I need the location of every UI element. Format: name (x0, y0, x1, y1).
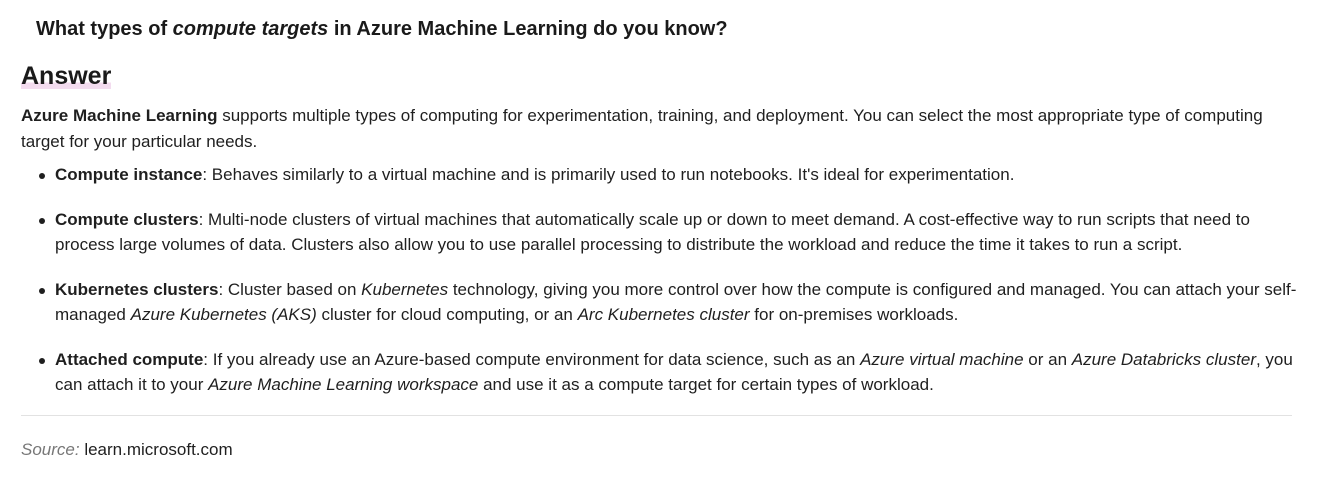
source-label: Source: (21, 439, 80, 459)
list-item: Compute instance: Behaves similarly to a… (21, 162, 1302, 188)
bullet-icon (39, 217, 45, 224)
qa-card: What types of compute targets in Azure M… (0, 0, 1332, 492)
item-term: Kubernetes clusters (55, 279, 219, 299)
item-term: Compute clusters (55, 209, 199, 229)
list-item: Compute clusters: Multi-node clusters of… (21, 207, 1302, 258)
item-term: Attached compute (55, 349, 204, 369)
item-text: : Multi-node clusters of virtual machine… (55, 209, 1250, 255)
item-text: or an (1023, 349, 1072, 369)
intro-paragraph: Azure Machine Learning supports multiple… (21, 103, 1302, 154)
item-text: and use it as a compute target for certa… (478, 375, 934, 394)
question-heading: What types of compute targets in Azure M… (36, 14, 1302, 44)
divider (21, 414, 1292, 416)
list-item: Kubernetes clusters: Cluster based on Ku… (21, 277, 1302, 328)
item-emphasis: Azure virtual machine (860, 349, 1024, 369)
bullet-icon (39, 287, 45, 294)
bullet-icon (39, 357, 45, 364)
source-value: learn.microsoft.com (84, 439, 233, 459)
source-line: Source: learn.microsoft.com (21, 437, 1302, 462)
item-emphasis: Arc Kubernetes cluster (577, 305, 750, 324)
item-text: cluster for cloud computing, or an (316, 305, 578, 324)
intro-bold: Azure Machine Learning (21, 106, 218, 125)
item-text: : Cluster based on (218, 279, 362, 299)
item-emphasis: Azure Databricks cluster (1071, 349, 1256, 369)
question-prefix: What types of (36, 18, 173, 40)
item-emphasis: Kubernetes (361, 279, 449, 299)
question-emphasis: compute targets (172, 18, 329, 40)
item-text: for on-premises workloads. (749, 305, 959, 324)
item-emphasis: Azure Kubernetes (AKS) (130, 305, 317, 324)
item-text: : Behaves similarly to a virtual machine… (202, 165, 1015, 184)
item-emphasis: Azure Machine Learning workspace (208, 375, 479, 394)
item-text: : If you already use an Azure-based comp… (203, 349, 861, 369)
item-term: Compute instance (55, 165, 203, 184)
compute-targets-list: Compute instance: Behaves similarly to a… (21, 162, 1302, 398)
answer-heading: Answer (21, 61, 112, 91)
question-suffix: in Azure Machine Learning do you know? (328, 18, 728, 40)
bullet-icon (39, 173, 45, 179)
list-item: Attached compute: If you already use an … (21, 347, 1302, 398)
